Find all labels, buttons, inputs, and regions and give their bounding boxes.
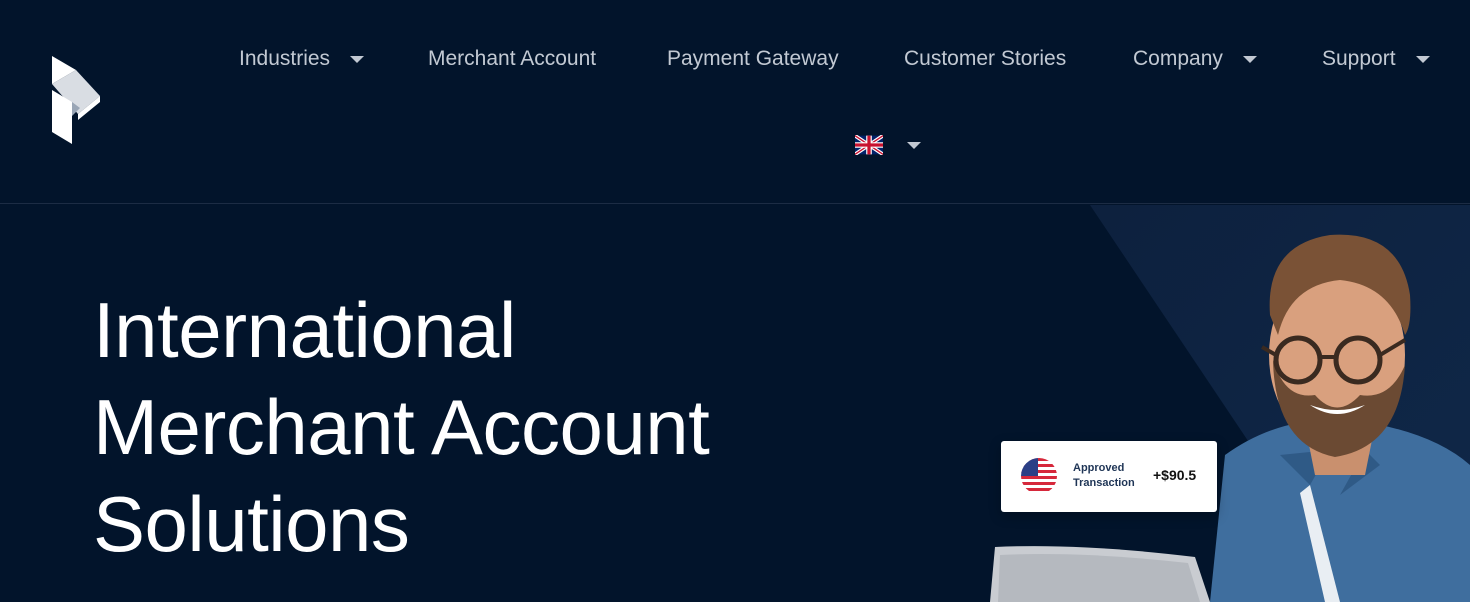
- nav-company[interactable]: Company: [1133, 44, 1257, 74]
- nav-payment-gateway-label: Payment Gateway: [667, 47, 839, 70]
- hero-title-line-2: Merchant Account: [93, 383, 710, 471]
- approved-transaction-card: Approved Transaction +$90.5: [1001, 441, 1217, 512]
- brand-logo[interactable]: [50, 56, 104, 144]
- hero-title-line-1: International: [93, 286, 516, 374]
- transaction-amount: +$90.5: [1153, 467, 1197, 483]
- uk-flag-icon: [855, 135, 883, 155]
- hero-person-image: [990, 234, 1470, 602]
- nav-customer-stories[interactable]: Customer Stories: [904, 44, 1066, 74]
- nav-customer-stories-label: Customer Stories: [904, 47, 1067, 70]
- chevron-down-icon: [907, 141, 921, 149]
- chevron-down-icon: [350, 55, 365, 63]
- nav-support-label: Support: [1322, 47, 1396, 70]
- transaction-label: Approved Transaction: [1073, 461, 1135, 491]
- site-header: Industries Merchant Account Payment Gate…: [0, 0, 1470, 204]
- nav-company-label: Company: [1133, 47, 1223, 70]
- nav-industries[interactable]: Industries: [239, 44, 365, 74]
- transaction-label-line-2: Transaction: [1073, 477, 1135, 489]
- nav-payment-gateway[interactable]: Payment Gateway: [667, 44, 839, 74]
- page: Industries Merchant Account Payment Gate…: [0, 0, 1470, 602]
- hero-title: International Merchant Account Solutions: [93, 282, 853, 573]
- hero-title-line-3: Solutions: [93, 480, 410, 568]
- chevron-down-icon: [1415, 55, 1430, 63]
- transaction-label-line-1: Approved: [1073, 462, 1125, 474]
- nav-support[interactable]: Support: [1322, 44, 1430, 74]
- nav-industries-label: Industries: [239, 47, 331, 70]
- nav-merchant-account[interactable]: Merchant Account: [428, 44, 596, 74]
- us-flag-icon: [1021, 458, 1057, 494]
- chevron-down-icon: [1242, 55, 1257, 63]
- language-selector[interactable]: [855, 135, 921, 155]
- nav-merchant-account-label: Merchant Account: [428, 47, 597, 70]
